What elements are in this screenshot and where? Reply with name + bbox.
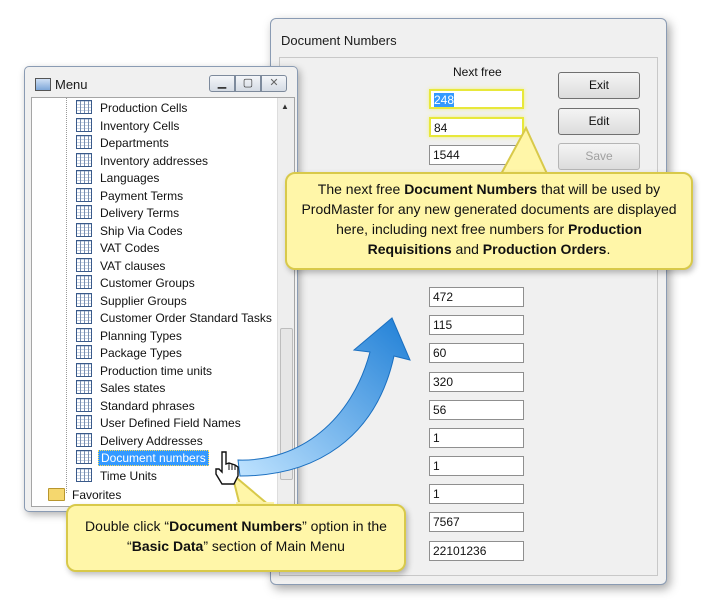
callout-bold-text: Production Orders [482, 241, 607, 257]
hand-cursor-icon [215, 451, 239, 485]
callout-document-numbers-info: The next free Document Numbers that will… [285, 172, 693, 270]
callout-text: . [606, 241, 611, 257]
callout-pointer [230, 471, 273, 507]
callout-pointer [498, 125, 550, 177]
callout-double-click-instruction: Double click “Document Numbers” option i… [66, 504, 406, 572]
callout-bold-text: Document Numbers [404, 181, 538, 197]
callout-bold-text: Document Numbers [169, 518, 303, 534]
callout-text: and [451, 241, 483, 257]
curved-arrow-icon [237, 317, 411, 477]
callout-text: The next free [317, 181, 405, 197]
callout-text: ” section of Main Menu [203, 538, 345, 554]
callout-bold-text: Basic Data [131, 538, 204, 554]
callout-text: Double click “ [85, 518, 170, 534]
